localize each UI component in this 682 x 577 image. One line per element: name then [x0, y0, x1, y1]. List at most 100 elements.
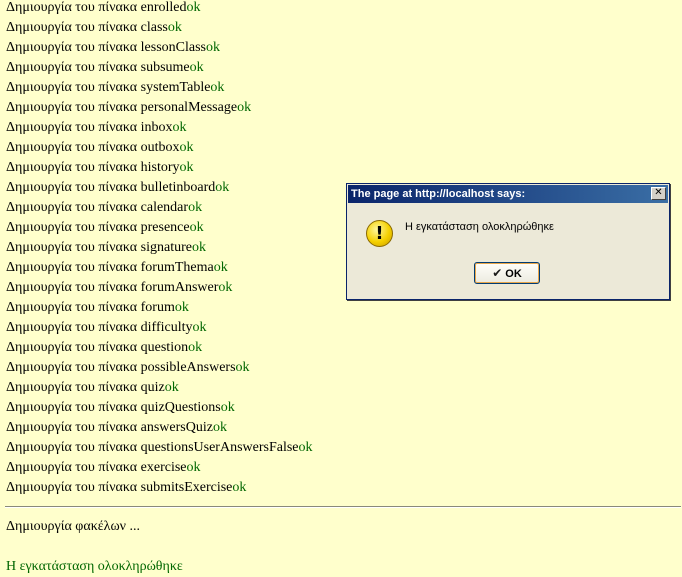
log-line-prefix: Δημιουργία του πίνακα — [6, 380, 141, 395]
log-line: Δημιουργία του πίνακα bulletinboardok — [6, 178, 313, 198]
log-line-status: ok — [189, 60, 204, 75]
log-line-status: ok — [189, 220, 204, 235]
log-line-prefix: Δημιουργία του πίνακα — [6, 100, 141, 115]
installation-complete-text: Η εγκατάσταση ολοκληρώθηκε — [6, 559, 183, 574]
log-line: Δημιουργία του πίνακα submitsExerciseok — [6, 478, 313, 498]
log-line-status: ok — [186, 460, 201, 475]
log-line-status: ok — [179, 160, 194, 175]
divider — [5, 506, 681, 508]
log-line-status: ok — [237, 100, 252, 115]
log-line-prefix: Δημιουργία του πίνακα — [6, 280, 141, 295]
log-line-table-name: calendar — [140, 200, 189, 215]
log-line-table-name: presence — [140, 220, 190, 235]
log-line: Δημιουργία του πίνακα subsumeok — [6, 58, 313, 78]
log-line: Δημιουργία του πίνακα difficultyok — [6, 318, 313, 338]
log-line-table-name: bulletinboard — [140, 180, 216, 195]
log-line-table-name: personalMessage — [140, 100, 238, 115]
log-line-status: ok — [205, 40, 220, 55]
log-line: Δημιουργία του πίνακα systemTableok — [6, 78, 313, 98]
log-line-prefix: Δημιουργία του πίνακα — [6, 400, 141, 415]
log-line-prefix: Δημιουργία του πίνακα — [6, 220, 141, 235]
log-line-status: ok — [210, 80, 225, 95]
ok-button-label: OK — [505, 268, 522, 280]
log-line-table-name: quiz — [140, 380, 165, 395]
alert-dialog: The page at http://localhost says: ✕ ! Η… — [346, 183, 670, 300]
log-line: Δημιουργία του πίνακα forumThemaok — [6, 258, 313, 278]
log-line-table-name: history — [140, 160, 180, 175]
log-line-table-name: systemTable — [140, 80, 211, 95]
folder-creation-text: Δημιουργία φακέλων ... — [6, 519, 140, 534]
log-line-prefix: Δημιουργία του πίνακα — [6, 260, 141, 275]
log-line-prefix: Δημιουργία του πίνακα — [6, 60, 141, 75]
log-line: Δημιουργία του πίνακα presenceok — [6, 218, 313, 238]
log-line-status: ok — [220, 400, 235, 415]
log-line-prefix: Δημιουργία του πίνακα — [6, 360, 141, 375]
log-line-status: ok — [212, 420, 227, 435]
table-creation-log: Δημιουργία του πίνακα enrolledok Δημιουργ… — [6, 0, 313, 498]
log-line: Δημιουργία του πίνακα calendarok — [6, 198, 313, 218]
log-line-table-name: lessonClass — [140, 40, 206, 55]
log-line-status: ok — [164, 380, 179, 395]
log-line: Δημιουργία του πίνακα signatureok — [6, 238, 313, 258]
log-line: Δημιουργία του πίνακα lessonClassok — [6, 38, 313, 58]
log-line-prefix: Δημιουργία του πίνακα — [6, 320, 141, 335]
log-line-status: ok — [186, 0, 201, 15]
log-line: Δημιουργία του πίνακα classok — [6, 18, 313, 38]
log-line: Δημιουργία του πίνακα questionsUserAnswe… — [6, 438, 313, 458]
log-line-table-name: enrolled — [140, 0, 187, 15]
log-line: Δημιουργία του πίνακα enrolledok — [6, 0, 313, 18]
log-line-table-name: answersQuiz — [140, 420, 213, 435]
log-line-prefix: Δημιουργία του πίνακα — [6, 440, 141, 455]
dialog-message: Η εγκατάσταση ολοκληρώθηκε — [405, 221, 554, 233]
log-line-status: ok — [235, 360, 250, 375]
log-line-prefix: Δημιουργία του πίνακα — [6, 300, 141, 315]
log-line-status: ok — [213, 260, 228, 275]
log-line-prefix: Δημιουργία του πίνακα — [6, 420, 141, 435]
log-line-table-name: submitsExercise — [140, 480, 233, 495]
log-line-table-name: forumAnswer — [140, 280, 219, 295]
log-line-prefix: Δημιουργία του πίνακα — [6, 180, 141, 195]
log-line-prefix: Δημιουργία του πίνακα — [6, 340, 141, 355]
log-line-table-name: signature — [140, 240, 192, 255]
log-line: Δημιουργία του πίνακα exerciseok — [6, 458, 313, 478]
warning-icon: ! — [366, 220, 393, 247]
ok-button[interactable]: ✔ OK — [474, 262, 540, 284]
log-line-table-name: outbox — [140, 140, 180, 155]
log-line-prefix: Δημιουργία του πίνακα — [6, 120, 141, 135]
log-line-status: ok — [191, 240, 206, 255]
log-line: Δημιουργία του πίνακα personalMessageok — [6, 98, 313, 118]
log-line-prefix: Δημιουργία του πίνακα — [6, 20, 141, 35]
log-line-status: ok — [179, 140, 194, 155]
log-line-table-name: exercise — [140, 460, 187, 475]
log-line-table-name: class — [140, 20, 168, 35]
log-line-prefix: Δημιουργία του πίνακα — [6, 240, 141, 255]
log-line-prefix: Δημιουργία του πίνακα — [6, 480, 141, 495]
log-line-prefix: Δημιουργία του πίνακα — [6, 80, 141, 95]
log-line-status: ok — [218, 280, 233, 295]
log-line: Δημιουργία του πίνακα outboxok — [6, 138, 313, 158]
log-line-status: ok — [167, 20, 182, 35]
dialog-titlebar: The page at http://localhost says: ✕ — [348, 185, 668, 203]
log-line-table-name: questionsUserAnswersFalse — [140, 440, 299, 455]
log-line-status: ok — [232, 480, 247, 495]
log-line: Δημιουργία του πίνακα inboxok — [6, 118, 313, 138]
log-line-table-name: forum — [140, 300, 175, 315]
log-line-status: ok — [298, 440, 313, 455]
log-line-prefix: Δημιουργία του πίνακα — [6, 460, 141, 475]
close-button[interactable]: ✕ — [651, 187, 666, 200]
log-line-status: ok — [215, 180, 230, 195]
log-line: Δημιουργία του πίνακα quizQuestionsok — [6, 398, 313, 418]
log-line-table-name: difficulty — [140, 320, 193, 335]
checkmark-icon: ✔ — [492, 266, 503, 280]
log-line: Δημιουργία του πίνακα quizok — [6, 378, 313, 398]
log-line-status: ok — [174, 300, 189, 315]
log-line-prefix: Δημιουργία του πίνακα — [6, 200, 141, 215]
log-line-table-name: possibleAnswers — [140, 360, 236, 375]
log-line: Δημιουργία του πίνακα answersQuizok — [6, 418, 313, 438]
log-line: Δημιουργία του πίνακα historyok — [6, 158, 313, 178]
log-line-table-name: question — [140, 340, 189, 355]
log-line-status: ok — [188, 200, 203, 215]
log-line: Δημιουργία του πίνακα possibleAnswersok — [6, 358, 313, 378]
dialog-title: The page at http://localhost says: — [351, 188, 526, 200]
log-line-table-name: inbox — [140, 120, 173, 135]
